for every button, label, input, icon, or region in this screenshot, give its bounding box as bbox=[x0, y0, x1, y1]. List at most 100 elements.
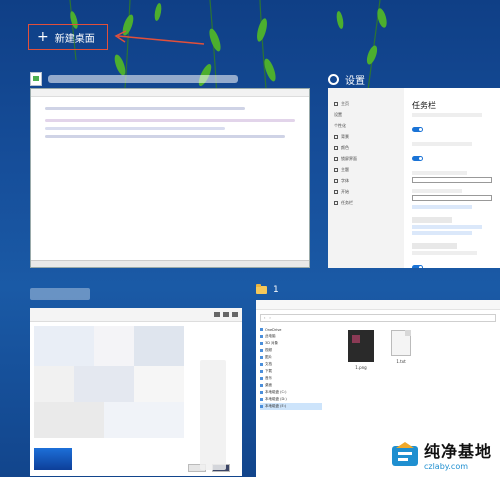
settings-title: 设置 bbox=[345, 75, 365, 87]
blurred-title bbox=[30, 288, 90, 300]
settings-line bbox=[412, 251, 477, 255]
picture-icon bbox=[260, 356, 263, 359]
doc-line bbox=[45, 127, 225, 130]
plus-icon: + bbox=[37, 29, 49, 45]
settings-subtitle bbox=[412, 217, 452, 223]
blurred-title bbox=[48, 75, 238, 83]
settings-subtitle bbox=[412, 243, 457, 249]
explorer-sidebar-item[interactable]: 本地磁盘 (D:) bbox=[260, 396, 322, 403]
document-icon bbox=[30, 72, 42, 86]
explorer-ribbon bbox=[256, 300, 500, 310]
explorer-sidebar: OneDrive 此电脑 3D 对象 视频 图片 文档 下载 音乐 桌面 本地磁… bbox=[260, 326, 322, 476]
explorer-sidebar-item[interactable]: 本地磁盘 (C:) bbox=[260, 389, 322, 396]
file-item[interactable]: 1.txt bbox=[388, 330, 414, 370]
settings-link[interactable] bbox=[412, 225, 482, 229]
computer-icon bbox=[260, 335, 263, 338]
explorer-title: 1 bbox=[273, 285, 279, 295]
desktop-icon bbox=[260, 384, 263, 387]
settings-sidebar-item: 任务栏 bbox=[328, 197, 404, 208]
toolbar-icon bbox=[232, 312, 238, 317]
back-arrow-icon[interactable]: ‹ bbox=[264, 316, 265, 320]
explorer-sidebar-item[interactable]: 此电脑 bbox=[260, 333, 322, 340]
annotation-arrow bbox=[114, 30, 205, 45]
blurred-content bbox=[34, 326, 184, 438]
settings-sidebar-item: 个性化 bbox=[334, 122, 346, 128]
image-file-icon bbox=[348, 330, 374, 362]
doc-toolbar bbox=[31, 89, 309, 97]
explorer-sidebar-item[interactable]: 3D 对象 bbox=[260, 340, 322, 347]
toolbar-icon bbox=[223, 312, 229, 317]
new-desktop-label: 新建桌面 bbox=[54, 33, 95, 45]
cube-icon bbox=[260, 342, 263, 345]
explorer-file-list: 1.png 1.txt bbox=[348, 330, 414, 370]
video-icon bbox=[260, 349, 263, 352]
toolbar-icon bbox=[214, 312, 220, 317]
doc-line bbox=[45, 119, 295, 122]
watermark-url: czlaby.com bbox=[423, 462, 469, 471]
settings-sidebar-item: 背景 bbox=[328, 131, 404, 142]
folder-icon bbox=[256, 284, 267, 294]
settings-dropdown[interactable] bbox=[412, 195, 492, 201]
explorer-address-bar[interactable]: ‹ › bbox=[260, 314, 496, 322]
picture-icon bbox=[334, 134, 338, 139]
file-name: 1.txt bbox=[396, 359, 406, 364]
font-icon bbox=[334, 178, 338, 183]
forward-arrow-icon[interactable]: › bbox=[269, 316, 270, 320]
blurred-panel bbox=[200, 360, 226, 470]
drive-icon bbox=[260, 405, 263, 408]
settings-link[interactable] bbox=[412, 205, 472, 209]
explorer-sidebar-item[interactable]: OneDrive bbox=[260, 326, 322, 333]
window-title-settings[interactable]: 设置 bbox=[328, 70, 365, 88]
doc-status-bar bbox=[31, 260, 309, 267]
file-name: 1.png bbox=[355, 365, 367, 370]
brush-icon bbox=[334, 167, 338, 172]
toggle-switch[interactable] bbox=[412, 127, 423, 132]
monitor-icon bbox=[334, 156, 338, 161]
text-file-icon bbox=[391, 330, 411, 356]
settings-sidebar-item: 主页 bbox=[328, 98, 404, 109]
watermark: 纯净基地 czlaby.com bbox=[390, 438, 492, 471]
explorer-sidebar-item-selected[interactable]: 本地磁盘 (E:) bbox=[260, 403, 322, 410]
taskbar-icon bbox=[334, 200, 338, 205]
file-item[interactable]: 1.png bbox=[348, 330, 374, 370]
explorer-sidebar-item[interactable]: 视频 bbox=[260, 347, 322, 354]
settings-line bbox=[412, 189, 462, 193]
explorer-sidebar-item[interactable]: 文档 bbox=[260, 361, 322, 368]
explorer-sidebar-item[interactable]: 图片 bbox=[260, 354, 322, 361]
settings-section-title: 任务栏 bbox=[412, 101, 436, 110]
settings-dropdown[interactable] bbox=[412, 177, 492, 183]
settings-sidebar-item: 字体 bbox=[328, 175, 404, 186]
music-icon bbox=[260, 377, 263, 380]
window-title-explorer[interactable]: 1 bbox=[256, 282, 279, 298]
settings-sidebar-item: 主题 bbox=[328, 164, 404, 175]
settings-line bbox=[412, 113, 482, 117]
settings-sidebar-item: 锁屏界面 bbox=[328, 153, 404, 164]
cloud-icon bbox=[260, 328, 263, 331]
settings-sidebar: 主页 设置 个性化 背景 颜色 锁屏界面 主题 字体 开始 任务栏 bbox=[328, 88, 404, 268]
explorer-sidebar-item[interactable]: 音乐 bbox=[260, 375, 322, 382]
new-desktop-button[interactable]: + 新建桌面 bbox=[28, 24, 108, 50]
palette-icon bbox=[334, 145, 338, 150]
settings-main: 任务栏 bbox=[412, 96, 496, 268]
drive-icon bbox=[260, 398, 263, 401]
settings-line bbox=[412, 171, 467, 175]
wallpaper-preview bbox=[34, 448, 72, 470]
drive-icon bbox=[260, 391, 263, 394]
window-thumbnail-settings[interactable]: 主页 设置 个性化 背景 颜色 锁屏界面 主题 字体 开始 任务栏 任务栏 bbox=[328, 88, 500, 268]
settings-sidebar-item: 开始 bbox=[328, 186, 404, 197]
watermark-name: 纯净基地 bbox=[423, 442, 492, 461]
explorer-sidebar-item[interactable]: 桌面 bbox=[260, 382, 322, 389]
gear-icon bbox=[328, 73, 339, 85]
settings-line bbox=[412, 142, 472, 146]
browser-toolbar bbox=[30, 308, 242, 322]
window-thumbnail-document[interactable] bbox=[30, 88, 310, 268]
settings-sidebar-item: 设置 bbox=[334, 111, 342, 117]
window-title-doc[interactable] bbox=[30, 70, 310, 88]
watermark-logo-icon bbox=[391, 441, 418, 466]
doc-line bbox=[45, 107, 245, 110]
toggle-switch[interactable] bbox=[412, 265, 423, 268]
settings-link[interactable] bbox=[412, 231, 472, 235]
explorer-sidebar-item[interactable]: 下载 bbox=[260, 368, 322, 375]
toggle-switch[interactable] bbox=[412, 156, 423, 161]
download-icon bbox=[260, 370, 263, 373]
